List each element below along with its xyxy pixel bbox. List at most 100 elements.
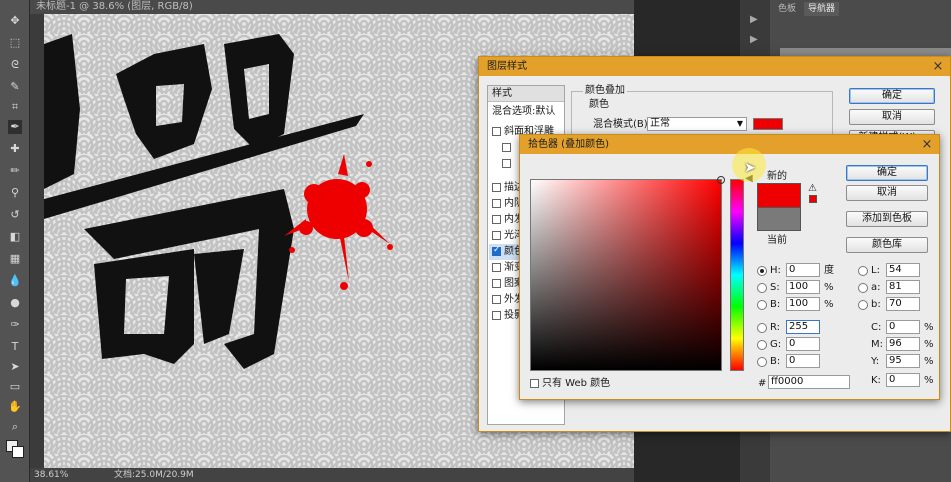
magenta-unit: %: [924, 339, 934, 350]
hue-unit: 度: [824, 265, 834, 276]
current-color-swatch[interactable]: [757, 207, 801, 231]
overlay-color-swatch[interactable]: [753, 118, 783, 130]
cyan-field[interactable]: 0: [886, 320, 920, 334]
panel-toggle-icon[interactable]: ▶: [750, 14, 758, 25]
clone-stamp-tool-icon[interactable]: ⚲: [8, 186, 22, 200]
zoom-level[interactable]: 38.61%: [34, 468, 68, 482]
gamut-warning-icon[interactable]: ⚠: [808, 183, 817, 194]
lab-b-radio[interactable]: [858, 300, 868, 310]
layer-style-ok-button[interactable]: 确定: [849, 88, 935, 104]
panel-play-icon[interactable]: ▶: [750, 34, 758, 45]
layer-style-cancel-button[interactable]: 取消: [849, 109, 935, 125]
marquee-tool-icon[interactable]: ⬚: [8, 36, 22, 50]
blend-mode-label: 混合模式(B):: [593, 119, 652, 130]
cyan-key: C:: [871, 322, 882, 333]
inner-shadow-checkbox[interactable]: [492, 199, 501, 208]
lab-l-radio[interactable]: [858, 266, 868, 276]
saturation-radio[interactable]: [757, 283, 767, 293]
color-picker-title[interactable]: 拾色器 (叠加颜色): [520, 135, 939, 154]
brush-tool-icon[interactable]: ✏: [8, 164, 22, 178]
hue-radio[interactable]: [757, 266, 767, 276]
red-key: R:: [770, 322, 781, 333]
lab-a-field[interactable]: 81: [886, 280, 920, 294]
tab-navigator[interactable]: 导航器: [804, 2, 840, 16]
lab-l-key: L:: [871, 265, 880, 276]
tab-swatches[interactable]: 色板: [774, 2, 800, 16]
red-radio[interactable]: [757, 323, 767, 333]
quick-select-tool-icon[interactable]: ✎: [8, 80, 22, 94]
web-colors-only-checkbox[interactable]: [530, 379, 539, 388]
eyedropper-tool-icon[interactable]: ✒: [8, 120, 22, 134]
green-field[interactable]: 0: [786, 337, 820, 351]
color-libraries-button[interactable]: 颜色库: [846, 237, 928, 253]
red-field[interactable]: 255: [786, 320, 820, 334]
history-brush-tool-icon[interactable]: ↺: [8, 208, 22, 222]
yellow-field[interactable]: 95: [886, 354, 920, 368]
web-colors-only-label: 只有 Web 颜色: [542, 378, 611, 389]
lab-a-radio[interactable]: [858, 283, 868, 293]
saturation-field[interactable]: 100: [786, 280, 820, 294]
hue-slider[interactable]: [730, 179, 744, 371]
document-tab[interactable]: 未标题-1 @ 38.6% (图层, RGB/8): [30, 0, 634, 14]
current-color-label: 当前: [767, 235, 787, 246]
green-radio[interactable]: [757, 340, 767, 350]
black-unit: %: [924, 375, 934, 386]
blur-tool-icon[interactable]: 💧: [8, 274, 22, 288]
brightness-radio[interactable]: [757, 300, 767, 310]
gamut-swatch[interactable]: [809, 195, 817, 203]
pen-tool-icon[interactable]: ✑: [8, 318, 22, 332]
black-field[interactable]: 0: [886, 373, 920, 387]
eraser-tool-icon[interactable]: ◧: [8, 230, 22, 244]
zoom-tool-icon[interactable]: ⌕: [8, 420, 22, 434]
color-field-cursor[interactable]: [717, 176, 725, 184]
hand-tool-icon[interactable]: ✋: [8, 400, 22, 414]
hex-field[interactable]: ff0000: [768, 375, 850, 389]
lab-a-key: a:: [871, 282, 881, 293]
close-icon[interactable]: ×: [921, 135, 933, 154]
magenta-field[interactable]: 96: [886, 337, 920, 351]
yellow-key: Y:: [871, 356, 880, 367]
styles-header[interactable]: 样式: [492, 88, 512, 100]
close-icon[interactable]: ×: [932, 57, 944, 76]
color-field[interactable]: [530, 176, 725, 371]
add-to-swatches-button[interactable]: 添加到色板: [846, 211, 928, 227]
pattern-overlay-checkbox[interactable]: [492, 279, 501, 288]
saturation-key: S:: [770, 282, 780, 293]
hue-field[interactable]: 0: [786, 263, 820, 277]
stroke-checkbox[interactable]: [492, 183, 501, 192]
inner-glow-checkbox[interactable]: [492, 215, 501, 224]
lab-l-field[interactable]: 54: [886, 263, 920, 277]
color-subheading: 颜色: [589, 99, 609, 110]
blend-mode-select[interactable]: 正常 ▼: [647, 117, 747, 131]
tools-panel: ✥ ⬚ ᘓ ✎ ⌗ ✒ ✚ ✏ ⚲ ↺ ◧ ▦ 💧 ● ✑ T ➤ ▭ ✋ ⌕: [0, 0, 30, 482]
document-title: 未标题-1 @ 38.6% (图层, RGB/8): [36, 1, 193, 12]
blue-key: B:: [770, 356, 781, 367]
background-color-swatch[interactable]: [12, 446, 24, 458]
type-tool-icon[interactable]: T: [8, 340, 22, 354]
blue-field[interactable]: 0: [786, 354, 820, 368]
bevel-checkbox[interactable]: [492, 127, 501, 136]
picker-cancel-button[interactable]: 取消: [846, 185, 928, 201]
lab-b-field[interactable]: 70: [886, 297, 920, 311]
picker-ok-button[interactable]: 确定: [846, 165, 928, 181]
move-tool-icon[interactable]: ✥: [8, 14, 22, 28]
healing-brush-tool-icon[interactable]: ✚: [8, 142, 22, 156]
contour-checkbox[interactable]: [502, 143, 511, 152]
blend-options-item[interactable]: 混合选项:默认: [492, 106, 555, 118]
blue-radio[interactable]: [757, 357, 767, 367]
cyan-unit: %: [924, 322, 934, 333]
gradient-tool-icon[interactable]: ▦: [8, 252, 22, 266]
crop-tool-icon[interactable]: ⌗: [8, 100, 22, 114]
drop-shadow-checkbox[interactable]: [492, 311, 501, 320]
color-overlay-checkbox[interactable]: [492, 245, 501, 256]
layer-style-title[interactable]: 图层样式: [479, 57, 950, 76]
brightness-field[interactable]: 100: [786, 297, 820, 311]
texture-checkbox[interactable]: [502, 159, 511, 168]
outer-glow-checkbox[interactable]: [492, 295, 501, 304]
shape-tool-icon[interactable]: ▭: [8, 380, 22, 394]
path-select-tool-icon[interactable]: ➤: [8, 360, 22, 374]
gradient-overlay-checkbox[interactable]: [492, 263, 501, 272]
lasso-tool-icon[interactable]: ᘓ: [8, 58, 22, 72]
satin-checkbox[interactable]: [492, 231, 501, 240]
dodge-tool-icon[interactable]: ●: [8, 296, 22, 310]
